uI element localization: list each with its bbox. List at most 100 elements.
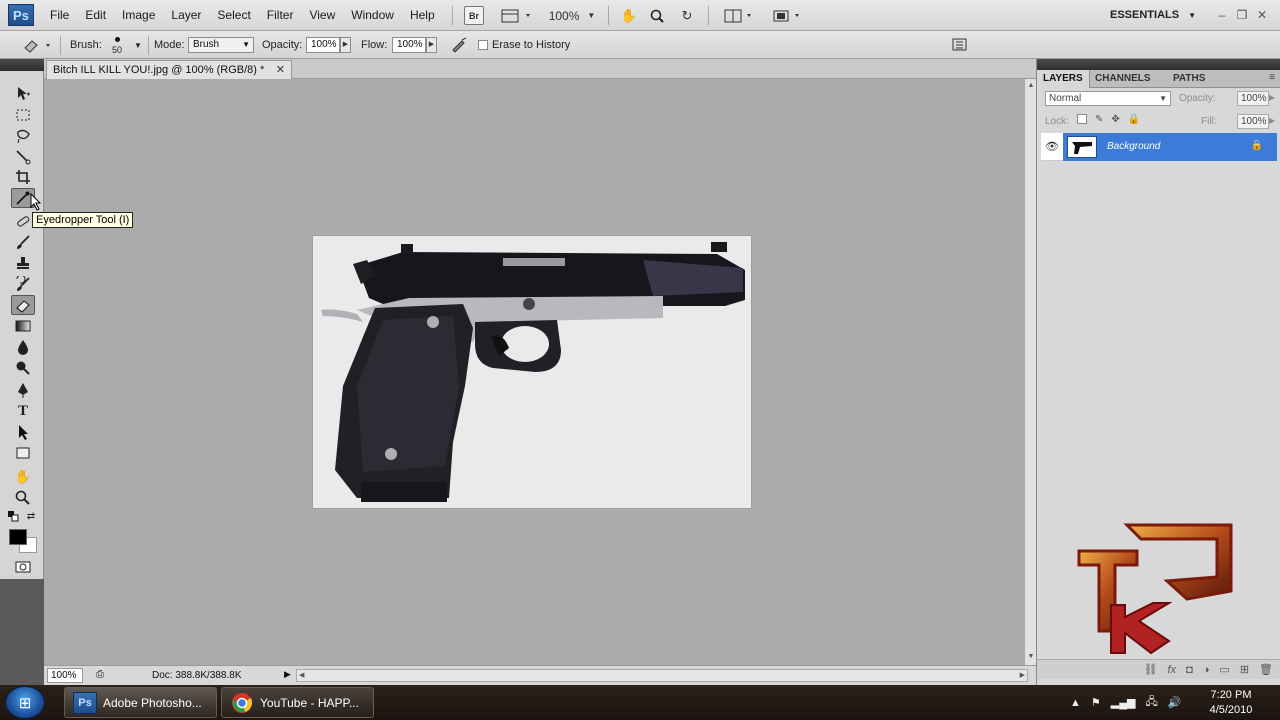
pen-tool-icon[interactable] — [11, 380, 35, 400]
opacity-input[interactable]: 100% — [306, 37, 340, 53]
menu-select[interactable]: Select — [209, 0, 258, 31]
foreground-color-swatch[interactable] — [9, 529, 27, 545]
system-clock[interactable]: 7:20 PM 4/5/2010 — [1200, 688, 1262, 718]
lock-position-icon[interactable]: ✥ — [1111, 114, 1119, 125]
brush-picker[interactable]: 50 ▼ — [108, 31, 148, 59]
arrange-documents-dropdown[interactable] — [722, 6, 758, 25]
clone-stamp-tool-icon[interactable] — [11, 253, 35, 273]
rectangle-tool-icon[interactable] — [11, 443, 35, 463]
status-info-icon[interactable]: ⎙ — [96, 669, 104, 680]
layer-opacity-input[interactable]: 100% — [1237, 91, 1269, 106]
type-tool-icon[interactable]: T — [11, 401, 35, 421]
mode-select[interactable]: Brush ▼ — [188, 37, 254, 53]
layer-style-icon[interactable]: fx — [1168, 664, 1177, 676]
panel-toggle-button[interactable] — [952, 31, 968, 59]
menu-edit[interactable]: Edit — [77, 0, 114, 31]
tab-paths[interactable]: PATHS — [1167, 70, 1211, 88]
menu-view[interactable]: View — [301, 0, 343, 31]
volume-icon[interactable]: 🔊 — [1168, 696, 1182, 709]
brush-tool-icon[interactable] — [11, 232, 35, 252]
horizontal-scrollbar[interactable]: ◀ ▶ — [296, 669, 1028, 682]
crop-tool-icon[interactable] — [11, 167, 35, 187]
minimize-icon[interactable]: – — [1212, 0, 1232, 31]
bridge-button[interactable]: Br — [464, 6, 484, 25]
history-brush-tool-icon[interactable] — [11, 274, 35, 294]
move-tool-icon[interactable] — [11, 83, 35, 103]
erase-to-history-checkbox[interactable] — [478, 40, 488, 50]
delete-layer-icon[interactable]: 🗑 — [1259, 663, 1273, 676]
status-zoom-input[interactable]: 100% — [47, 668, 83, 683]
taskbar-chrome[interactable]: YouTube - HAPP... — [221, 687, 374, 718]
flow-input[interactable]: 100% — [392, 37, 426, 53]
lock-image-icon[interactable]: ✎ — [1095, 114, 1103, 125]
flow-slider-arrow[interactable]: ▶ — [426, 37, 437, 53]
tab-layers[interactable]: LAYERS — [1037, 70, 1090, 88]
zoom-tool-icon[interactable] — [11, 488, 35, 508]
fill-arrow-icon[interactable]: ▶ — [1269, 116, 1275, 125]
windows-start-button[interactable]: ⊞ — [5, 686, 45, 719]
document-image[interactable] — [313, 236, 751, 508]
layer-selection[interactable]: Background 🔒 — [1063, 133, 1277, 161]
vertical-scrollbar[interactable]: ▲ ▼ — [1024, 79, 1036, 665]
new-group-icon[interactable]: ▭ — [1219, 663, 1229, 676]
restore-icon[interactable]: ❐ — [1232, 0, 1252, 31]
dodge-tool-icon[interactable] — [11, 358, 35, 378]
panel-menu-icon[interactable]: ≡ — [1269, 72, 1275, 83]
lasso-tool-icon[interactable] — [11, 126, 35, 146]
dock-header[interactable] — [1037, 59, 1280, 70]
close-icon[interactable]: ✕ — [276, 63, 285, 76]
swap-colors-icon[interactable]: ⇄ — [24, 509, 38, 523]
document-tab[interactable]: Bitch ILL KILL YOU!.jpg @ 100% (RGB/8) *… — [46, 60, 292, 79]
zoom-tool-icon[interactable] — [648, 6, 666, 25]
network-icon[interactable]: 🖧 — [1145, 693, 1157, 712]
erase-to-history-option[interactable]: Erase to History — [478, 31, 570, 59]
quick-selection-tool-icon[interactable] — [11, 147, 35, 167]
menu-window[interactable]: Window — [343, 0, 402, 31]
path-selection-tool-icon[interactable] — [11, 422, 35, 442]
airbrush-toggle[interactable] — [450, 31, 468, 59]
new-layer-icon[interactable]: ⊞ — [1240, 663, 1249, 676]
lock-all-icon[interactable]: 🔒 — [1128, 114, 1140, 125]
blur-tool-icon[interactable] — [11, 337, 35, 357]
layer-row[interactable]: 👁 Background 🔒 — [1041, 133, 1277, 161]
menu-help[interactable]: Help — [402, 0, 443, 31]
rotate-view-icon[interactable]: ↻ — [678, 6, 696, 25]
menu-filter[interactable]: Filter — [259, 0, 302, 31]
fill-input[interactable]: 100% — [1237, 114, 1269, 129]
panel-list-icon — [952, 38, 967, 51]
tool-preset-picker[interactable] — [22, 31, 54, 59]
tools-panel-header[interactable] — [0, 59, 44, 71]
adjustment-layer-icon[interactable]: ◑ — [1203, 664, 1210, 676]
workspace-switcher[interactable]: ESSENTIALS ▼ — [1110, 0, 1196, 31]
menu-image[interactable]: Image — [114, 0, 163, 31]
lock-transparent-icon[interactable] — [1077, 114, 1087, 124]
hand-tool-icon[interactable]: ✋ — [620, 6, 638, 25]
quick-mask-icon[interactable] — [11, 557, 35, 577]
screen-mode-dropdown[interactable] — [770, 6, 806, 25]
gradient-tool-icon[interactable] — [11, 316, 35, 336]
link-layers-icon[interactable]: ⛓ — [1144, 663, 1158, 676]
eraser-tool-icon[interactable] — [11, 295, 35, 315]
close-icon[interactable]: ✕ — [1252, 0, 1272, 31]
menu-file[interactable]: File — [42, 0, 77, 31]
status-menu-arrow-icon[interactable]: ▶ — [284, 669, 291, 680]
hand-tool-icon[interactable]: ✋ — [11, 467, 35, 487]
default-colors-icon[interactable] — [6, 509, 20, 523]
marquee-tool-icon[interactable] — [11, 105, 35, 125]
taskbar-photoshop[interactable]: Ps Adobe Photosho... — [64, 687, 217, 718]
opacity-arrow-icon[interactable]: ▶ — [1269, 93, 1275, 102]
view-extras-dropdown[interactable] — [498, 6, 536, 25]
opacity-slider-arrow[interactable]: ▶ — [340, 37, 351, 53]
scroll-left-icon[interactable]: ◀ — [299, 671, 304, 679]
action-center-flag-icon[interactable]: ⚑ — [1091, 696, 1101, 709]
menu-layer[interactable]: Layer — [163, 0, 209, 31]
network-signal-icon[interactable]: ▂▄▆ — [1111, 696, 1136, 709]
add-mask-icon[interactable]: ◘ — [1186, 664, 1193, 676]
scroll-right-icon[interactable]: ▶ — [1020, 671, 1025, 679]
tab-channels[interactable]: CHANNELS — [1089, 70, 1157, 88]
canvas-area[interactable] — [44, 79, 1024, 665]
visibility-eye-icon[interactable]: 👁 — [1045, 140, 1059, 154]
blend-mode-select[interactable]: Normal ▼ — [1045, 91, 1171, 106]
tray-expand-icon[interactable]: ▲ — [1070, 697, 1081, 709]
zoom-level-dropdown[interactable]: 100% ▼ — [544, 6, 600, 25]
